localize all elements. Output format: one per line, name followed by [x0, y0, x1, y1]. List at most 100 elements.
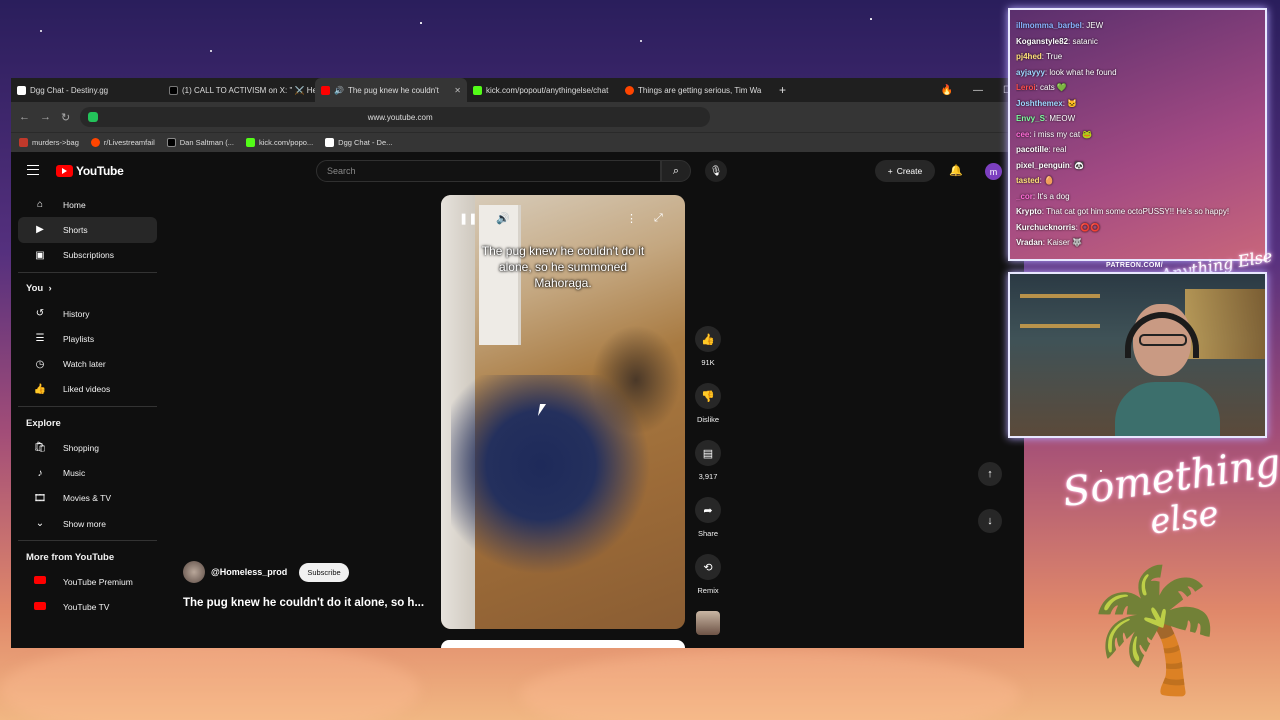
video-caption: The pug knew he couldn't do it alone, so…	[481, 244, 645, 290]
sidebar-item-movies-tv[interactable]: 🎞 Movies & TV	[18, 486, 157, 511]
previous-short-button[interactable]: ↑	[978, 462, 1002, 486]
remix-icon: ⟲	[703, 561, 713, 574]
close-tab-icon[interactable]: ✕	[454, 86, 461, 95]
bookmark-murders-bag[interactable]: murders->bag	[19, 138, 79, 147]
sidebar-item-shopping[interactable]: 🛍 Shopping	[18, 435, 157, 460]
bookmark-dan-saltman[interactable]: Dan Saltman (...	[166, 138, 234, 147]
chat-message: ayjayyy: look what he found	[1016, 67, 1117, 77]
flame-icon[interactable]: 🔥	[941, 85, 953, 96]
chat-text: satanic	[1072, 36, 1098, 46]
sidebar-item-history[interactable]: ↺ History	[18, 301, 157, 326]
subscriptions-icon: ▣	[35, 249, 45, 261]
chat-username: cee	[1016, 129, 1030, 139]
sidebar-item-youtube-premium[interactable]: YouTube Premium	[18, 569, 157, 594]
sidebar-item-watch-later[interactable]: ◷ Watch later	[18, 351, 157, 376]
tab-dgg-chat[interactable]: Dgg Chat - Destiny.gg	[11, 78, 163, 102]
sidebar-item-youtube-tv[interactable]: YouTube TV	[18, 595, 157, 620]
chat-username: ayjayyy	[1016, 67, 1045, 77]
sidebar-item-music[interactable]: ♪ Music	[18, 460, 157, 485]
search-input[interactable]: Search	[316, 160, 661, 182]
chat-username: pacotille	[1016, 145, 1049, 154]
sidebar-item-show-more[interactable]: ⌄ Show more	[18, 511, 157, 536]
chat-message: illmomma_barbel: JEW	[1016, 21, 1104, 30]
chat-text: JEW	[1086, 21, 1104, 30]
chat-text: MEOW	[1049, 114, 1076, 123]
forward-icon[interactable]: →	[40, 111, 51, 123]
palm-decoration: 🌴	[1080, 563, 1230, 697]
more-options-icon[interactable]: ⋮	[626, 212, 637, 225]
volume-icon[interactable]: 🔊	[496, 212, 510, 225]
sidebar-you-heading[interactable]: You ›	[11, 277, 157, 301]
short-video-player[interactable]: ❚❚ 🔊 ⋮ ⤢ The pug knew he couldn't do it …	[441, 195, 685, 629]
tab-reddit[interactable]: Things are getting serious, Tim Wa	[619, 78, 771, 102]
browser-window: Dgg Chat - Destiny.gg (1) CALL TO ACTIVI…	[11, 78, 1024, 648]
shorts-icon: ▶	[36, 224, 44, 236]
reload-icon[interactable]: ↻	[61, 111, 70, 124]
next-short-button[interactable]: ↓	[978, 509, 1002, 533]
new-tab-icon[interactable]: +	[771, 83, 786, 97]
microphone-icon[interactable]: 🎙	[705, 160, 727, 182]
sidebar-item-shorts[interactable]: ▶ Shorts	[18, 217, 157, 243]
pause-icon[interactable]: ❚❚	[459, 212, 477, 225]
chat-text: 🥚	[1044, 176, 1054, 185]
chat-message: Leroi: cats 💚	[1016, 83, 1067, 92]
chat-message: Envy_S: MEOW	[1016, 114, 1076, 123]
youtube-logo[interactable]: YouTube	[56, 164, 124, 178]
thumbs-down-icon: 👎	[701, 390, 715, 403]
dislike-button[interactable]: 👎	[695, 383, 721, 409]
share-button[interactable]: ➦	[695, 497, 721, 523]
thumbs-up-icon: 👍	[701, 333, 715, 346]
bookmark-livestreamfail[interactable]: r/Livestreamfail	[90, 138, 155, 147]
sidebar-item-liked-videos[interactable]: 👍 Liked videos	[18, 377, 157, 402]
streamer	[1115, 304, 1220, 436]
channel-avatar[interactable]	[183, 561, 205, 583]
bookmark-kick[interactable]: kick.com/popo...	[245, 138, 313, 147]
search-icon[interactable]: ⌕	[661, 160, 691, 182]
fullscreen-icon[interactable]: ⤢	[654, 212, 663, 225]
notifications-bell-icon[interactable]: 🔔	[949, 164, 963, 177]
chat-text: cats 💚	[1040, 83, 1067, 92]
music-note-icon: ♪	[37, 467, 43, 479]
tab-kick-chat[interactable]: kick.com/popout/anythingelse/chat	[467, 78, 619, 102]
short-title[interactable]: The pug knew he couldn't do it alone, so…	[183, 597, 424, 609]
chat-message: cee: i miss my cat 🐸	[1016, 129, 1093, 139]
chat-text: real	[1052, 145, 1067, 154]
minimize-icon[interactable]: —	[973, 85, 983, 96]
plus-icon: +	[887, 166, 893, 176]
chat-message: pixel_penguin: 🐼	[1016, 160, 1085, 170]
remix-button[interactable]: ⟲	[695, 554, 721, 580]
like-button[interactable]: 👍	[695, 326, 721, 352]
chat-message: Krypto: That cat got him some octoPUSSY!…	[1016, 207, 1230, 216]
destiny-favicon-icon	[17, 85, 26, 95]
chat-username: pixel_penguin	[1016, 160, 1070, 170]
chat-message: Koganstyle82: satanic	[1016, 36, 1098, 46]
url-field[interactable]: www.youtube.com	[80, 107, 711, 127]
subscribe-button[interactable]: Subscribe	[299, 562, 349, 582]
home-icon: ⌂	[36, 199, 44, 211]
sidebar-item-playlists[interactable]: ☰ Playlists	[18, 326, 157, 351]
chat-text: 🐱	[1067, 98, 1078, 108]
tab-x-post[interactable]: (1) CALL TO ACTIVISM on X: " ⚔️ He	[163, 78, 315, 102]
chat-username: Joshthemex	[1016, 98, 1063, 108]
account-avatar[interactable]: m	[985, 163, 1002, 180]
back-icon[interactable]: ←	[19, 111, 30, 123]
sidebar-item-subscriptions[interactable]: ▣ Subscriptions	[18, 243, 157, 268]
chat-text: True	[1046, 52, 1063, 61]
patreon-url: PATREON.COM/	[1106, 262, 1164, 269]
sidebar: ⌂ Home ▶ Shorts ▣ Subscriptions You › ↺ Hist…	[11, 192, 157, 620]
audio-thumbnail[interactable]	[696, 611, 720, 635]
create-button[interactable]: + Create	[875, 160, 935, 182]
comment-icon: ▤	[702, 447, 714, 460]
comment-count: 3,917	[698, 472, 718, 481]
share-icon: ➦	[703, 504, 713, 517]
film-icon: 🎞	[33, 492, 47, 504]
channel-name[interactable]: @Homeless_prod	[211, 567, 287, 577]
tab-youtube-active[interactable]: 🔊 The pug knew he couldn't ✕	[315, 78, 467, 102]
sidebar-divider	[18, 406, 157, 408]
stream-chat-overlay: illmomma_barbel: JEW Koganstyle82: satani…	[1008, 8, 1267, 261]
chat-message: Vradan: Kaiser 🐺	[1016, 238, 1082, 247]
bookmark-dgg-chat[interactable]: Dgg Chat - De...	[325, 138, 392, 147]
menu-icon[interactable]	[27, 165, 39, 175]
sidebar-item-home[interactable]: ⌂ Home	[18, 192, 157, 217]
comments-button[interactable]: ▤	[695, 440, 721, 466]
